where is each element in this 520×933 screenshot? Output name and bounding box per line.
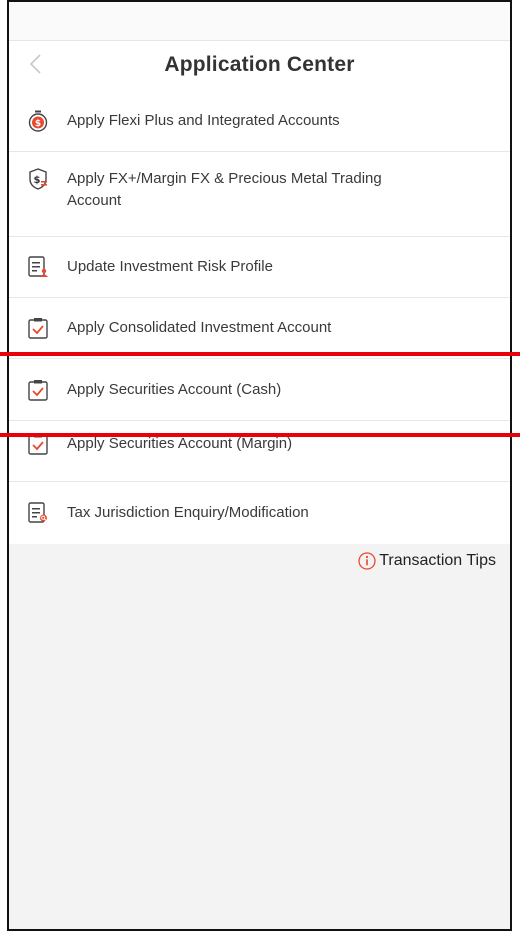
list-item-securities-cash[interactable]: Apply Securities Account (Cash) [9,359,510,421]
tips-bar: Transaction Tips [9,548,510,578]
transaction-tips-link[interactable]: Transaction Tips [358,552,496,570]
profile-document-icon [27,256,49,278]
info-icon [358,552,376,570]
list-item-tax-jurisdiction[interactable]: Tax Jurisdiction Enquiry/Modification [9,482,510,544]
list-item-label: Apply FX+/Margin FX & Precious Metal Tra… [67,170,382,209]
highlight-line-top [0,352,520,356]
status-bar [9,2,510,41]
app-frame: Application Center $ Apply Flexi Plus an… [7,0,512,931]
list-item-label: Tax Jurisdiction Enquiry/Modification [67,504,309,521]
list-item-label: Update Investment Risk Profile [67,258,273,275]
svg-text:$: $ [34,175,41,186]
nav-header: Application Center [9,41,510,91]
svg-text:$: $ [35,119,41,129]
highlight-line-bottom [0,433,520,437]
list-item-securities-margin[interactable]: Apply Securities Account (Margin) [9,421,510,482]
list-item-consolidated[interactable]: Apply Consolidated Investment Account [9,298,510,359]
list-item-label: Apply Flexi Plus and Integrated Accounts [67,112,340,129]
shield-dollar-icon: $ [27,168,49,190]
list-item-label: Apply Securities Account (Cash) [67,381,282,398]
application-list: $ Apply Flexi Plus and Integrated Accoun… [9,91,510,544]
clipboard-check-icon [27,317,49,339]
document-search-icon [27,502,49,524]
list-item-fx-margin[interactable]: $ Apply FX+/Margin FX & Precious Metal T… [9,152,510,237]
list-item-flexi-plus[interactable]: $ Apply Flexi Plus and Integrated Accoun… [9,91,510,152]
clipboard-check-icon [27,379,49,401]
page-title: Application Center [164,53,355,76]
list-item-label: Apply Consolidated Investment Account [67,319,332,336]
list-item-risk-profile[interactable]: Update Investment Risk Profile [9,237,510,298]
stopwatch-dollar-icon: $ [27,110,49,132]
transaction-tips-label: Transaction Tips [379,552,496,569]
